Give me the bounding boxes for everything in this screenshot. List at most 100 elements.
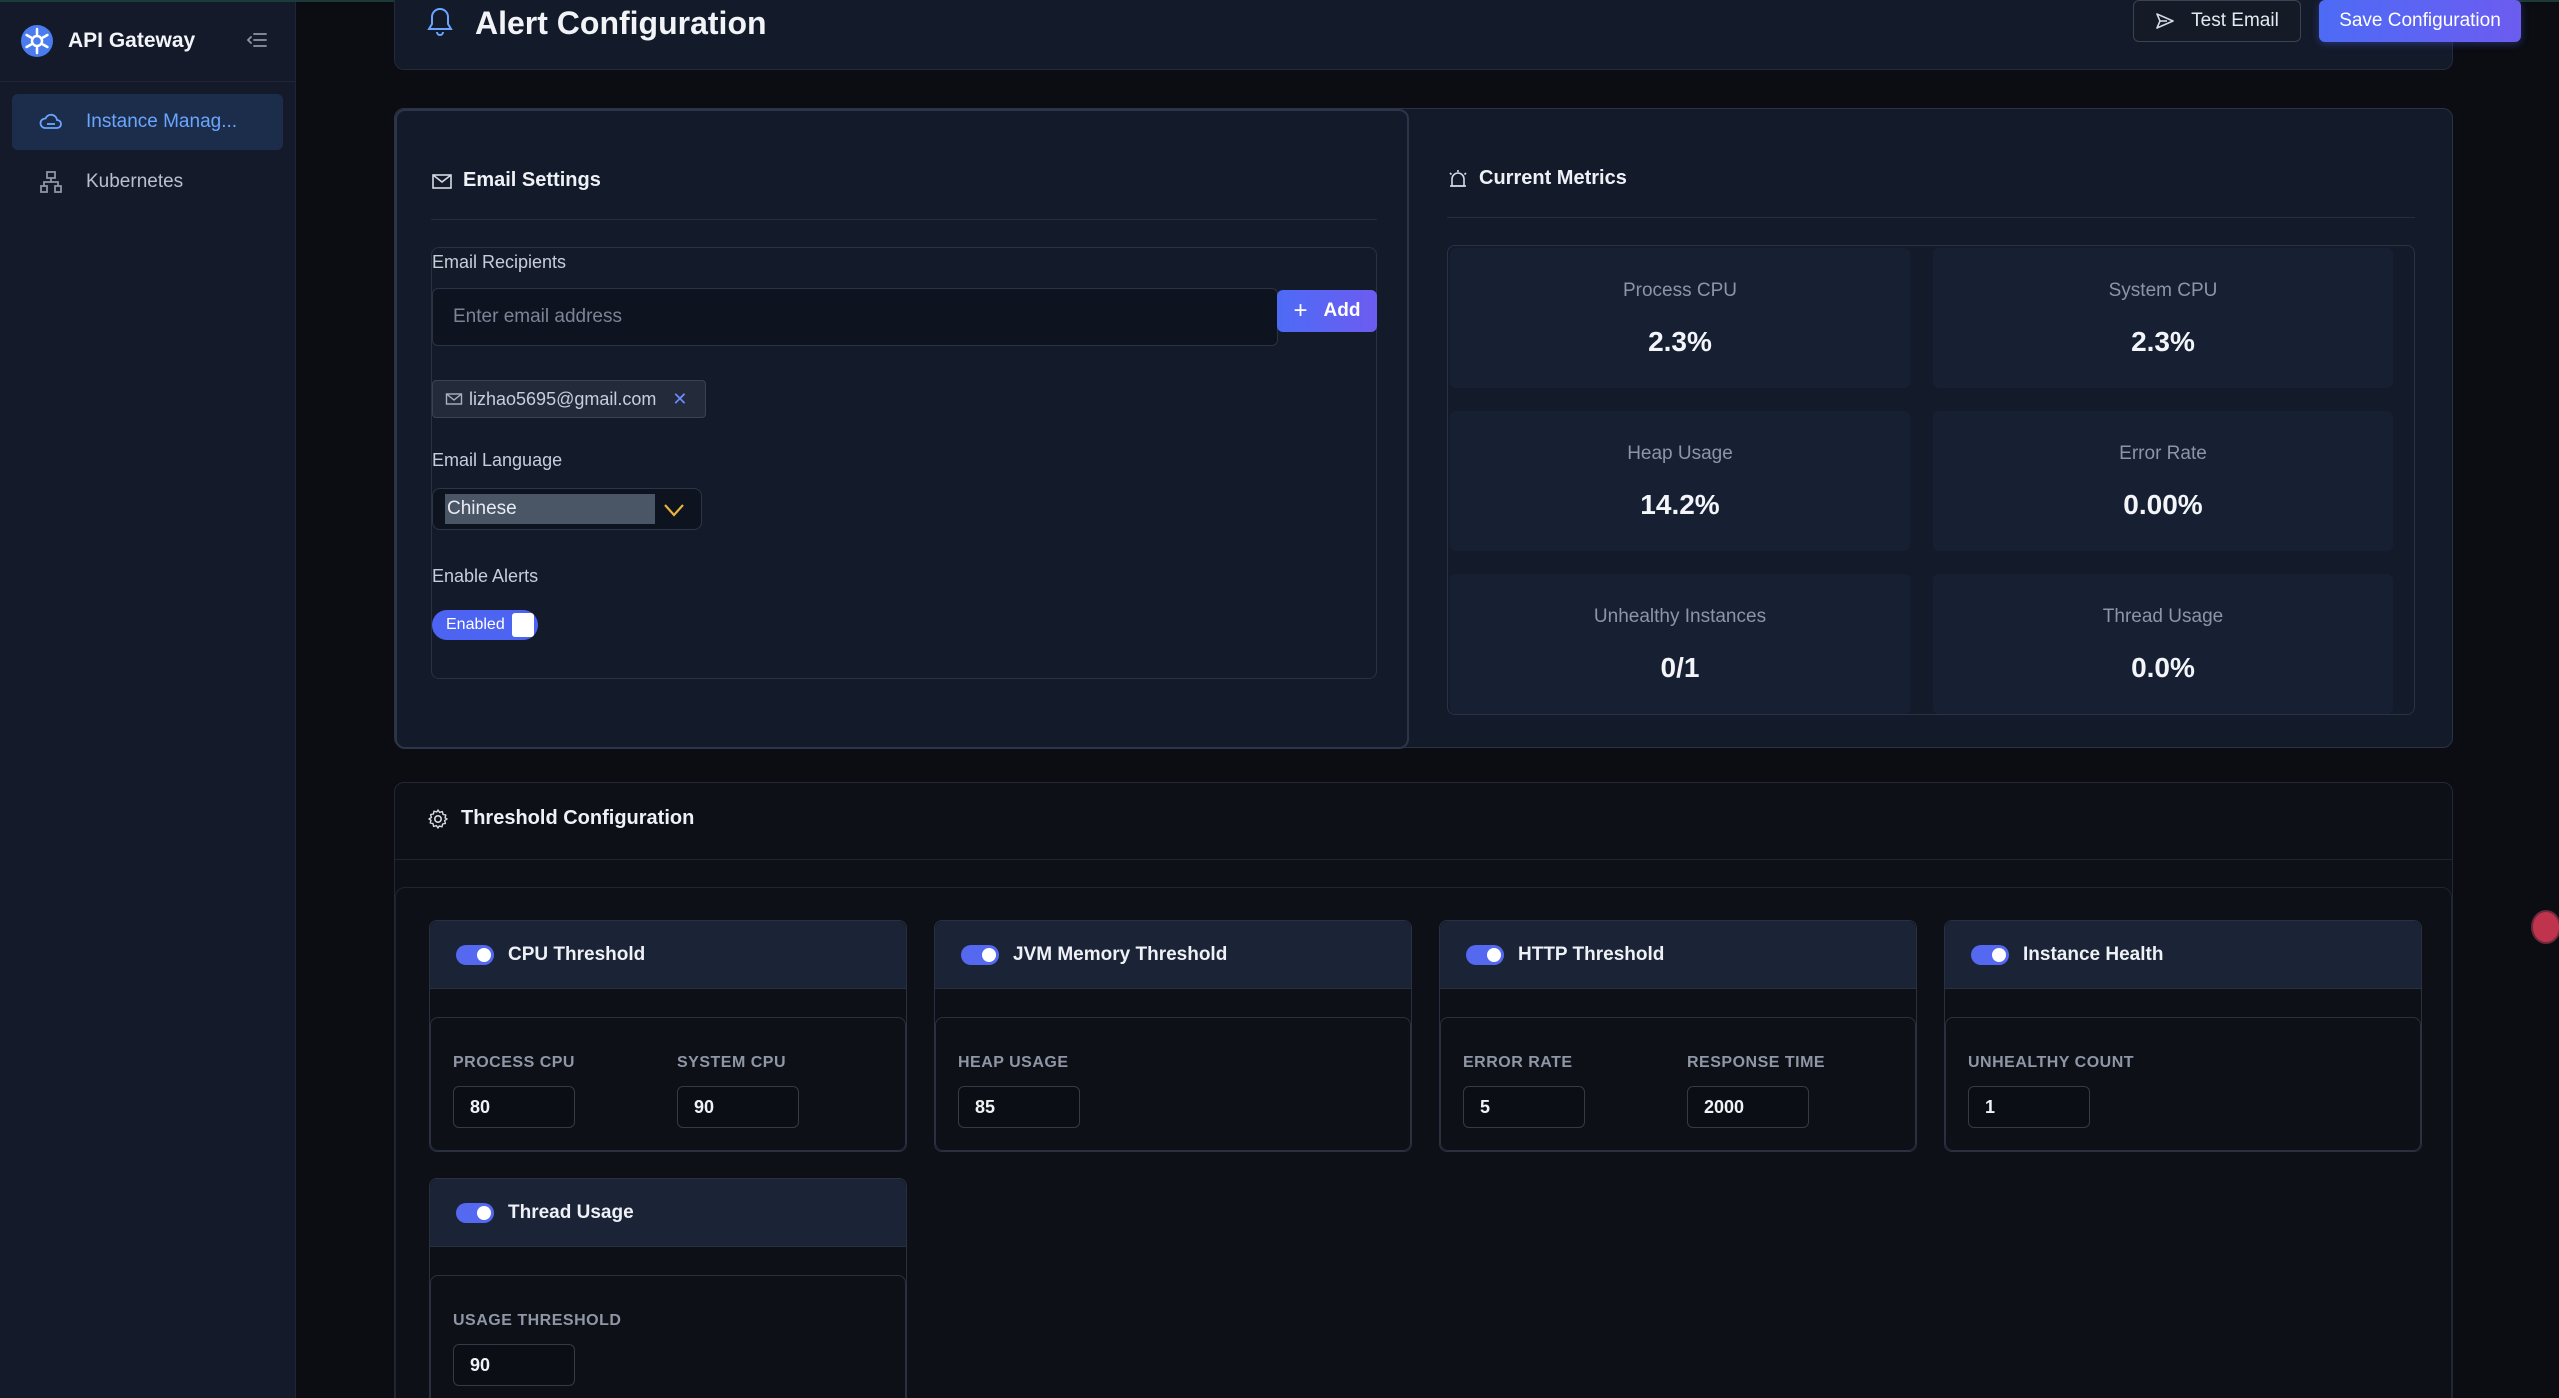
jvm-memory-toggle[interactable] xyxy=(961,944,999,965)
error-rate-field: ERROR RATE 5 xyxy=(1463,1054,1585,1128)
card-title: Thread Usage xyxy=(508,1201,634,1223)
metric-thread-usage: Thread Usage 0.0% xyxy=(1933,574,2393,714)
card-body: ERROR RATE 5 RESPONSE TIME 2000 xyxy=(1440,1017,1916,1151)
plus-icon: + xyxy=(1293,297,1308,324)
metric-label: System CPU xyxy=(2108,280,2218,301)
card-header: HTTP Threshold xyxy=(1440,921,1916,989)
card-header: Instance Health xyxy=(1945,921,2421,989)
menu-collapse-icon[interactable] xyxy=(245,28,269,52)
card-title: HTTP Threshold xyxy=(1518,943,1665,965)
email-language-select[interactable]: Chinese xyxy=(432,488,702,530)
field-label: SYSTEM CPU xyxy=(677,1054,787,1071)
metric-process-cpu: Process CPU 2.3% xyxy=(1450,248,1910,388)
brand: API Gateway xyxy=(0,0,295,82)
email-settings-panel: Email Settings Email Recipients + Add li… xyxy=(395,109,1409,749)
email-recipients-label: Email Recipients xyxy=(432,252,567,272)
email-form: Email Recipients + Add lizhao5695@gmail.… xyxy=(431,247,1377,679)
metrics-grid: Process CPU 2.3% System CPU 2.3% Heap Us… xyxy=(1447,245,2415,715)
threshold-cards: CPU Threshold PROCESS CPU 80 SYSTEM CPU … xyxy=(395,887,2452,1398)
threshold-header: Threshold Configuration xyxy=(427,807,694,830)
sidebar-item-instance-management[interactable]: Instance Manag... xyxy=(12,94,283,150)
alarm-icon xyxy=(1449,169,1467,187)
unhealthy-count-field: UNHEALTHY COUNT 1 xyxy=(1968,1054,2134,1128)
email-recipient-text: lizhao5695@gmail.com xyxy=(469,388,657,409)
usage-threshold-input[interactable]: 90 xyxy=(453,1344,575,1386)
save-configuration-button[interactable]: Save Configuration xyxy=(2319,0,2521,42)
metric-value: 0.00% xyxy=(2123,489,2203,520)
page-title: Alert Configuration xyxy=(475,5,767,41)
add-email-button[interactable]: + Add xyxy=(1277,290,1377,332)
mail-icon xyxy=(432,173,452,189)
process-cpu-field: PROCESS CPU 80 xyxy=(453,1054,575,1128)
thread-usage-toggle[interactable] xyxy=(456,1202,494,1223)
field-label: HEAP USAGE xyxy=(958,1054,1069,1071)
enable-alerts-toggle[interactable]: Enabled xyxy=(432,610,538,640)
mail-icon xyxy=(445,393,463,405)
main-content: Alert Configuration Test Email Save Conf… xyxy=(0,0,2559,1398)
metric-value: 2.3% xyxy=(1648,326,1712,357)
system-cpu-field: SYSTEM CPU 90 xyxy=(677,1054,799,1128)
error-rate-input[interactable]: 5 xyxy=(1463,1086,1585,1128)
cpu-threshold-toggle[interactable] xyxy=(456,944,494,965)
card-title: Instance Health xyxy=(2023,943,2164,965)
card-body: PROCESS CPU 80 SYSTEM CPU 90 xyxy=(430,1017,906,1151)
gateway-logo-icon xyxy=(21,24,53,57)
field-label: ERROR RATE xyxy=(1463,1054,1573,1071)
divider xyxy=(431,219,1377,220)
card-header: JVM Memory Threshold xyxy=(935,921,1411,989)
current-metrics-title: Current Metrics xyxy=(1479,167,1627,189)
metric-label: Error Rate xyxy=(2119,443,2207,464)
field-label: UNHEALTHY COUNT xyxy=(1968,1054,2135,1071)
field-label: PROCESS CPU xyxy=(453,1054,575,1071)
current-metrics-header: Current Metrics xyxy=(1447,167,1627,190)
toggle-state-label: Enabled xyxy=(446,616,505,633)
metric-unhealthy-instances: Unhealthy Instances 0/1 xyxy=(1450,574,1910,714)
process-cpu-input[interactable]: 80 xyxy=(453,1086,575,1128)
response-time-input[interactable]: 2000 xyxy=(1687,1086,1809,1128)
card-header: Thread Usage xyxy=(430,1179,906,1247)
sidebar-item-label: Instance Manag... xyxy=(86,111,238,132)
test-email-button[interactable]: Test Email xyxy=(2133,0,2301,42)
test-email-label: Test Email xyxy=(2191,10,2279,31)
gear-icon xyxy=(428,808,448,829)
metric-heap-usage: Heap Usage 14.2% xyxy=(1450,411,1910,551)
http-threshold-toggle[interactable] xyxy=(1466,944,1504,965)
sidebar-item-kubernetes[interactable]: Kubernetes xyxy=(12,154,283,210)
metric-error-rate: Error Rate 0.00% xyxy=(1933,411,2393,551)
email-language-label: Email Language xyxy=(432,450,563,470)
threshold-configuration-section: Threshold Configuration CPU Threshold PR… xyxy=(394,782,2453,1398)
metric-label: Thread Usage xyxy=(2102,606,2224,627)
response-time-field: RESPONSE TIME 2000 xyxy=(1687,1054,1825,1128)
divider xyxy=(395,859,2452,860)
email-recipient-tag: lizhao5695@gmail.com ✕ xyxy=(432,380,706,418)
field-label: USAGE THRESHOLD xyxy=(453,1312,622,1329)
card-body: UNHEALTHY COUNT 1 xyxy=(1945,1017,2421,1151)
jvm-memory-threshold-card: JVM Memory Threshold HEAP USAGE 85 xyxy=(934,920,1412,1152)
cpu-threshold-card: CPU Threshold PROCESS CPU 80 SYSTEM CPU … xyxy=(429,920,907,1152)
heap-usage-input[interactable]: 85 xyxy=(958,1086,1080,1128)
floating-assistant-button[interactable] xyxy=(2531,910,2559,944)
close-icon[interactable]: ✕ xyxy=(672,389,687,410)
settings-row: Email Settings Email Recipients + Add li… xyxy=(394,108,2453,749)
instance-health-toggle[interactable] xyxy=(1971,944,2009,965)
card-header: CPU Threshold xyxy=(430,921,906,989)
metric-value: 0/1 xyxy=(1660,652,1700,683)
sidebar-nav: Instance Manag... Kubernetes xyxy=(0,82,295,226)
http-threshold-card: HTTP Threshold ERROR RATE 5 RESPONSE TIM… xyxy=(1439,920,1917,1152)
email-settings-title: Email Settings xyxy=(463,169,601,191)
field-label: RESPONSE TIME xyxy=(1687,1054,1826,1071)
email-settings-header: Email Settings xyxy=(431,169,601,192)
brand-title: API Gateway xyxy=(68,28,196,52)
sidebar-item-label: Kubernetes xyxy=(86,171,184,192)
divider xyxy=(1447,217,2415,218)
cluster-icon xyxy=(40,171,62,193)
metric-value: 0.0% xyxy=(2131,652,2195,683)
card-title: JVM Memory Threshold xyxy=(1013,943,1228,965)
system-cpu-input[interactable]: 90 xyxy=(677,1086,799,1128)
instance-health-card: Instance Health UNHEALTHY COUNT 1 xyxy=(1944,920,2422,1152)
current-metrics-panel: Current Metrics Process CPU 2.3% System … xyxy=(1409,109,2453,749)
toggle-knob xyxy=(512,613,534,637)
enable-alerts-label: Enable Alerts xyxy=(432,566,539,586)
email-input[interactable] xyxy=(432,288,1278,346)
unhealthy-count-input[interactable]: 1 xyxy=(1968,1086,2090,1128)
